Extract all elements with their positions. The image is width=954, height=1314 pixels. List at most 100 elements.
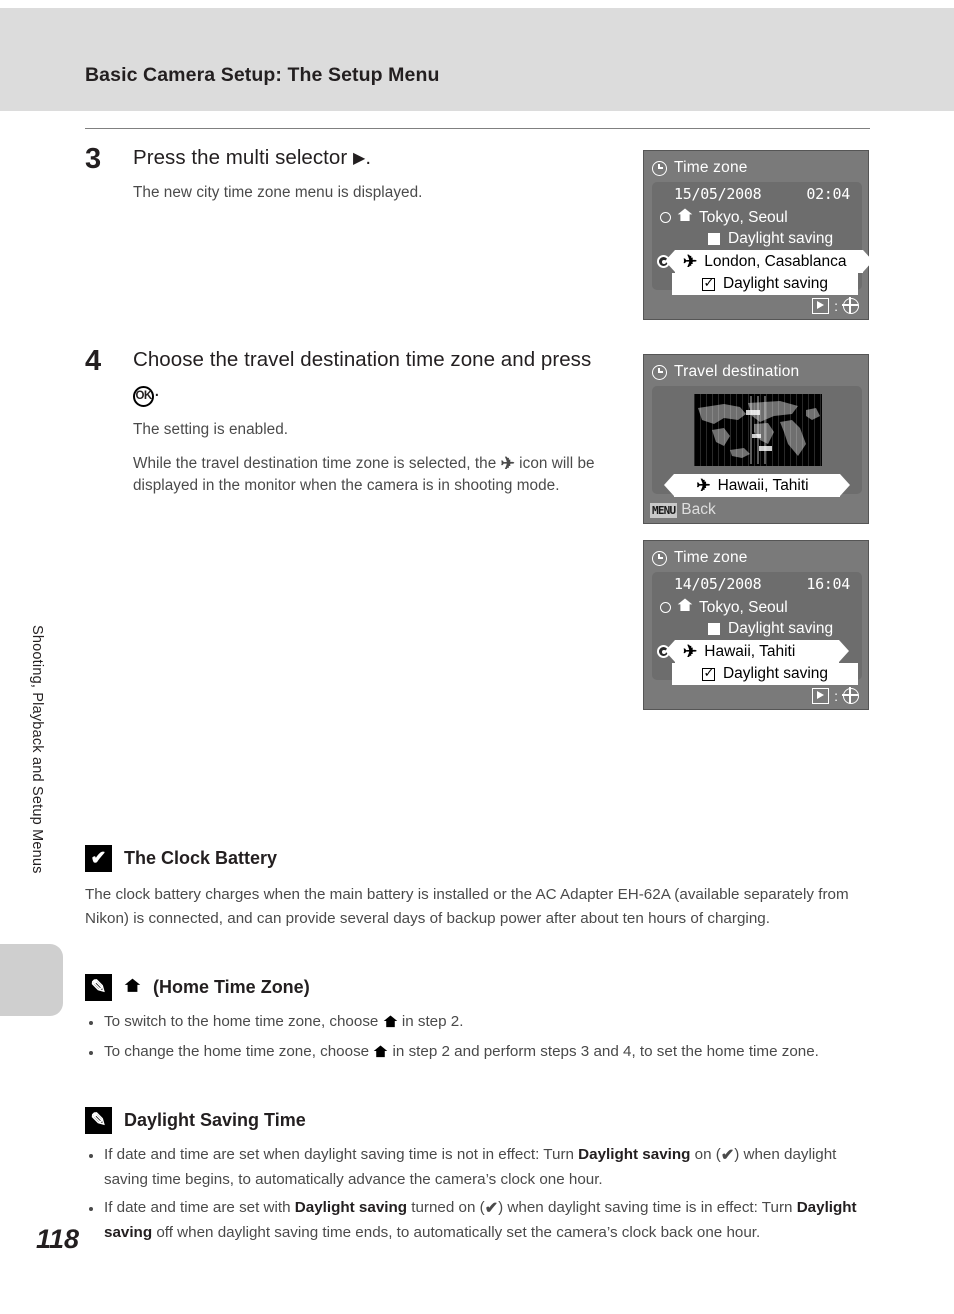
- note-title: (Home Time Zone): [153, 977, 310, 997]
- chapter-tab: [0, 944, 63, 1016]
- home-dst-row[interactable]: Daylight saving: [708, 620, 833, 638]
- screen-panel: 14/05/2008 16:04 Tokyo, Seoul Daylight s…: [652, 572, 862, 685]
- time-value: 02:04: [806, 185, 850, 203]
- home-dst-row[interactable]: Daylight saving: [708, 230, 833, 248]
- destination-banner: ✈ London, Casablanca: [664, 250, 874, 273]
- screen-title-row: Travel destination: [652, 361, 799, 383]
- check-icon: ✔: [484, 1200, 499, 1217]
- screen-panel: 15/05/2008 02:04 Tokyo, Seoul Daylight s…: [652, 182, 874, 295]
- step-4-number: 4: [85, 345, 102, 377]
- screen-travel-destination: Travel destination ✈ Hawaii, Tahiti MENU…: [643, 354, 869, 524]
- clock-icon: [652, 160, 667, 176]
- step-3-heading: Press the multi selector ▶.: [133, 143, 613, 173]
- right-triangle-icon: ▶: [353, 150, 366, 167]
- step-4-heading: Choose the travel destination time zone …: [133, 345, 613, 407]
- airplane-icon: ✈: [696, 475, 711, 495]
- play-button-icon: [812, 688, 830, 704]
- time-value: 16:04: [806, 575, 850, 593]
- step-3-body: Press the multi selector ▶. The new city…: [133, 143, 613, 204]
- bullet-pre: To change the home time zone, choose: [104, 1043, 374, 1060]
- home-dst-label: Daylight saving: [728, 230, 834, 247]
- destination-row[interactable]: ✈ Hawaii, Tahiti: [657, 640, 849, 663]
- screen-panel: ✈ Hawaii, Tahiti: [652, 386, 862, 497]
- destination-dst-row[interactable]: Daylight saving: [672, 273, 858, 295]
- back-label: Back: [681, 501, 716, 518]
- b1-bold1: Daylight saving: [578, 1146, 691, 1163]
- screen-timezone-london: Time zone 15/05/2008 02:04 Tokyo, Seoul …: [643, 150, 874, 320]
- ok-button-icon: OK: [133, 386, 154, 407]
- manual-page: Basic Camera Setup: The Setup Menu Shoot…: [0, 0, 954, 1314]
- note-heading: ✎ Daylight Saving Time: [85, 1107, 870, 1134]
- screen-footer-hint: :: [812, 687, 859, 704]
- note-clock-battery: ✔ The Clock Battery The clock battery ch…: [85, 845, 870, 931]
- destination-dst-label: Daylight saving: [722, 665, 829, 682]
- globe-icon: [842, 297, 859, 314]
- date-value: 14/05/2008: [674, 575, 762, 593]
- step-4-heading-text: Choose the travel destination time zone …: [133, 348, 592, 371]
- airplane-icon: ✈: [683, 641, 698, 661]
- screen-title: Travel destination: [674, 363, 800, 380]
- home-city: Tokyo, Seoul: [699, 208, 788, 226]
- screen-title-row: Time zone: [652, 157, 748, 179]
- bullet-post: in step 2.: [397, 1013, 464, 1030]
- destination-dst-label: Daylight saving: [722, 275, 829, 292]
- chapter-label: Shooting, Playback and Setup Menus: [29, 625, 45, 874]
- step-3-heading-text: Press the multi selector: [133, 146, 353, 169]
- list-item: If date and time are set when daylight s…: [85, 1143, 870, 1192]
- page-title: Basic Camera Setup: The Setup Menu: [85, 64, 440, 86]
- b2-p3: ) when daylight saving time is in effect…: [498, 1199, 797, 1216]
- home-zone-row[interactable]: Tokyo, Seoul: [660, 208, 788, 227]
- step-4-note-2: While the travel destination time zone i…: [133, 453, 613, 497]
- note-title: The Clock Battery: [124, 848, 278, 868]
- b2-p1: If date and time are set with: [104, 1199, 295, 1216]
- b1-p1: If date and time are set when daylight s…: [104, 1146, 579, 1163]
- world-map: [694, 394, 822, 466]
- pencil-badge-icon: ✎: [85, 1107, 112, 1134]
- menu-button-icon: MENU: [650, 502, 678, 518]
- caution-badge-icon: ✔: [85, 845, 112, 872]
- airplane-icon-inline: ✈: [500, 454, 515, 473]
- step-4-note-2-pre: While the travel destination time zone i…: [133, 455, 501, 472]
- note-daylight-saving: ✎ Daylight Saving Time If date and time …: [85, 1107, 870, 1249]
- date-value: 15/05/2008: [674, 185, 762, 203]
- step-4-heading-period: .: [154, 378, 160, 401]
- checkbox-unchecked-icon: [708, 233, 720, 245]
- screen-timezone-hawaii: Time zone 14/05/2008 16:04 Tokyo, Seoul …: [643, 540, 869, 710]
- destination-city: Hawaii, Tahiti: [717, 476, 809, 494]
- destination-city: London, Casablanca: [704, 252, 847, 270]
- datetime-row: 15/05/2008 02:04: [674, 185, 850, 203]
- checkbox-unchecked-icon: [708, 623, 720, 635]
- destination-selector[interactable]: ✈ Hawaii, Tahiti: [664, 474, 850, 497]
- pencil-badge-icon: ✎: [85, 974, 112, 1001]
- home-icon-inline: [373, 1042, 388, 1066]
- note-body: The clock battery charges when the main …: [85, 886, 849, 927]
- home-icon-heading: [124, 977, 141, 998]
- screen-title-row: Time zone: [652, 547, 748, 569]
- note-heading: ✎ (Home Time Zone): [85, 974, 870, 1001]
- destination-city: Hawaii, Tahiti: [704, 642, 796, 660]
- home-icon: [677, 208, 693, 227]
- step-4-body: Choose the travel destination time zone …: [133, 345, 613, 497]
- note-bullet-list: To switch to the home time zone, choose …: [85, 1010, 870, 1066]
- radio-unselected-icon: [660, 212, 671, 223]
- home-icon: [677, 598, 693, 617]
- home-icon-svg: [677, 598, 693, 611]
- home-city: Tokyo, Seoul: [699, 598, 788, 616]
- footer-separator: :: [834, 688, 838, 704]
- screen-footer-hint: :: [812, 297, 859, 314]
- note-heading: ✔ The Clock Battery: [85, 845, 870, 872]
- home-icon-svg: [124, 978, 141, 992]
- destination-row[interactable]: ✈ London, Casablanca: [657, 250, 874, 273]
- note-home-time-zone: ✎ (Home Time Zone) To switch to the home…: [85, 974, 870, 1070]
- b1-p2: on (: [690, 1146, 721, 1163]
- menu-back-hint[interactable]: MENU Back: [650, 501, 716, 519]
- play-button-icon: [812, 298, 830, 314]
- step-3-number: 3: [85, 143, 102, 175]
- header-divider: [85, 128, 870, 129]
- page-header-band: [0, 8, 954, 111]
- list-item: To switch to the home time zone, choose …: [85, 1010, 870, 1036]
- destination-dst-row[interactable]: Daylight saving: [672, 663, 858, 685]
- clock-icon: [652, 364, 667, 380]
- home-zone-row[interactable]: Tokyo, Seoul: [660, 598, 788, 617]
- step-3-note: The new city time zone menu is displayed…: [133, 184, 423, 201]
